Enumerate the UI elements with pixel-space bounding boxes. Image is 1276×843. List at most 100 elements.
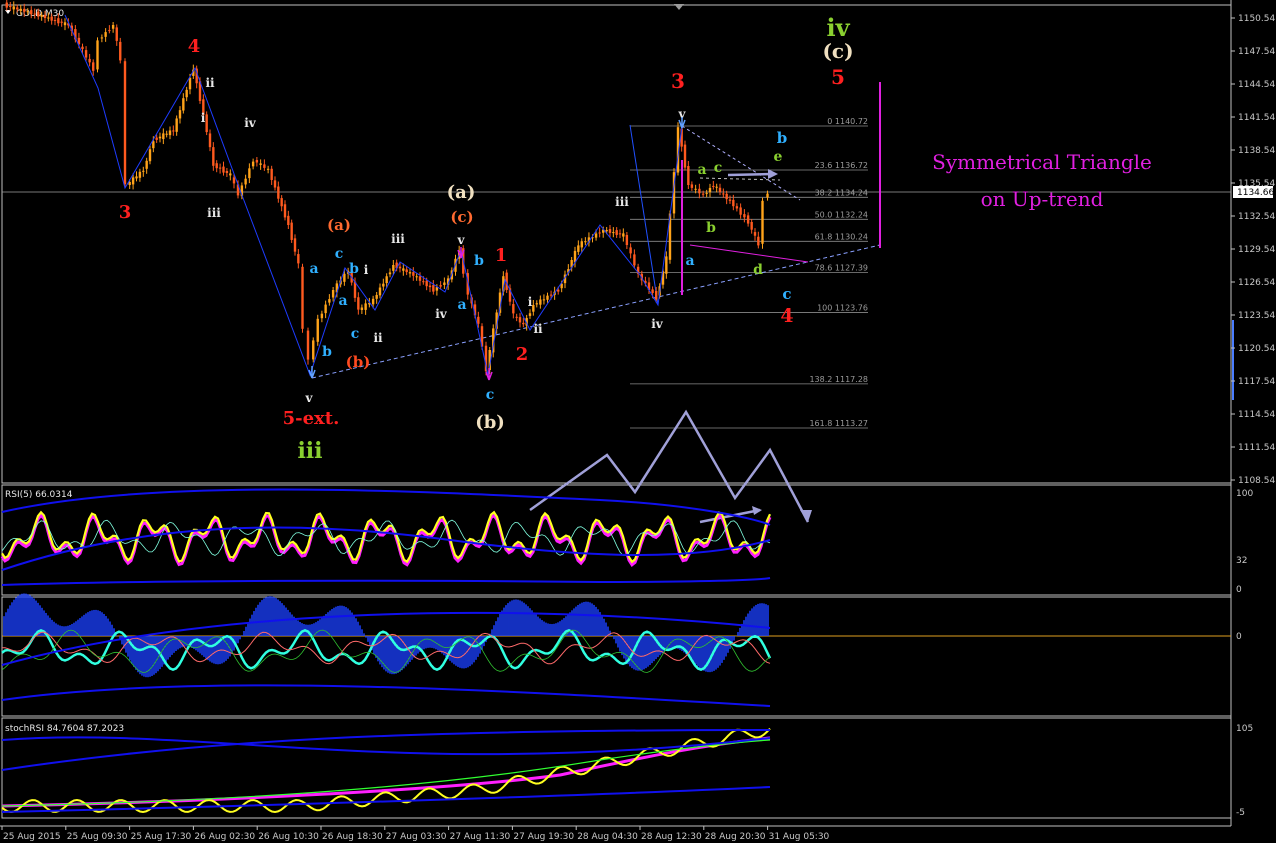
wave-label-red-5: 5: [831, 65, 845, 89]
wave-lines[interactable]: [64, 14, 683, 377]
candle-body: [92, 62, 95, 71]
stochrsi-k-line: [1, 727, 771, 814]
wave-label-ii-3: ii: [533, 322, 543, 336]
trend-lines[interactable]: [311, 124, 881, 379]
wave-label-v-2: v: [457, 233, 466, 247]
time-tick-label: 26 Aug 10:30: [258, 832, 319, 842]
candle-body: [182, 98, 185, 111]
candle-body: [225, 171, 229, 173]
arrow-head-icon: [768, 169, 778, 179]
candle-body: [135, 176, 138, 179]
candle-body: [425, 280, 428, 287]
osc-axis-label: 0: [1236, 632, 1242, 642]
time-tick-label: 28 Aug 12:30: [641, 832, 702, 842]
main-price-panel[interactable]: [1, 4, 1232, 484]
candle-body: [378, 287, 382, 296]
candle-body: [546, 295, 549, 300]
wave-label-b-2: b: [322, 344, 332, 360]
time-axis[interactable]: 25 Aug 2015 25 Aug 09:30 25 Aug 17:30 26 Au…: [1, 826, 830, 842]
candle-body: [655, 291, 658, 300]
candle-body: [23, 8, 26, 12]
candle-body: [539, 299, 542, 305]
candle-body: [528, 313, 532, 316]
candle-body: [123, 61, 127, 185]
wave-label-ii-1: ii: [205, 76, 215, 90]
candle-body: [757, 236, 760, 246]
candle-body: [761, 200, 764, 244]
candle-body: [43, 14, 47, 19]
time-tick-label: 25 Aug 17:30: [131, 832, 192, 842]
candle-body: [665, 256, 668, 274]
time-tick-label: 25 Aug 09:30: [67, 832, 128, 842]
wave-label-a-5: a: [685, 253, 694, 269]
candle-body: [715, 186, 718, 188]
candle-body: [443, 282, 446, 285]
wave-label-iv-3: iv: [651, 317, 664, 331]
wave-label-a-4: a: [697, 162, 706, 178]
candle-body: [732, 199, 735, 207]
wave-label-b-1: b: [349, 261, 359, 277]
candle-body: [175, 118, 178, 132]
price-tick-label: 1117.54: [1238, 377, 1275, 387]
candle-body: [622, 233, 625, 237]
elliott-wave-path: [64, 14, 683, 377]
candle-body: [232, 177, 236, 184]
stochrsi-indicator: [1, 727, 771, 814]
candle-body: [178, 110, 182, 119]
candle-body: [375, 294, 378, 299]
candle-body: [297, 254, 300, 264]
candle-body: [364, 303, 367, 310]
wave-label-b-3: b: [474, 253, 484, 269]
candle-body: [293, 238, 297, 252]
time-tick-label: 27 Aug 11:30: [450, 832, 511, 842]
candle-body: [746, 215, 750, 224]
candle-body: [750, 222, 753, 230]
candle-body: [287, 215, 290, 225]
candle-body: [248, 168, 251, 179]
candle-body: [108, 30, 111, 32]
wave-label-a-2: a: [338, 293, 347, 309]
candle-body: [722, 193, 725, 195]
candle-body: [81, 46, 84, 50]
candle-body: [280, 198, 283, 207]
wave-labels: 34iii iviiiacb iabc iiiiiivv(a) (c)vba(b)5-e…: [119, 13, 854, 464]
triangle-breakout-arrow[interactable]: [727, 172, 773, 177]
candle-body: [138, 171, 142, 178]
candle-body: [244, 178, 247, 185]
annotation-line-1: Symmetrical Triangle: [932, 150, 1152, 174]
candle-body: [385, 276, 388, 284]
price-tick-label: 1111.54: [1238, 443, 1275, 453]
wave-label-iv-1: iv: [244, 116, 257, 130]
wave-label-b-5: b: [777, 129, 788, 147]
candle-body: [316, 318, 319, 342]
candle-body: [735, 206, 739, 209]
candle-body: [432, 285, 435, 292]
price-tick-label: 1132.54: [1238, 212, 1275, 222]
candle-body: [312, 340, 315, 360]
candle-body: [115, 27, 118, 41]
price-axis[interactable]: 1150.541147.541144.541141.541138.541135.…: [1231, 14, 1275, 486]
candle-body: [50, 16, 53, 21]
wave-label-i-2: i: [364, 263, 369, 277]
candle-body: [172, 130, 175, 132]
period-separator-marker: [674, 4, 684, 10]
candle-body: [725, 193, 728, 200]
price-tick-label: 1123.54: [1238, 311, 1275, 321]
trading-chart[interactable]: GOLD,M30 0 1140.7223.6 1136.7238.2 1134.…: [0, 0, 1276, 843]
candle-body: [360, 307, 364, 310]
stochrsi-panel[interactable]: [1, 717, 1232, 819]
candle-body: [165, 133, 168, 135]
candle-body: [37, 11, 40, 17]
candle-body: [382, 283, 385, 287]
candle-body: [60, 21, 63, 23]
time-tick-label: 25 Aug 2015: [3, 832, 61, 842]
candle-body: [306, 330, 310, 360]
candle-body: [222, 166, 225, 173]
candle-body: [522, 322, 525, 325]
candle-body: [131, 177, 135, 185]
rsi-upper-band: [1, 488, 771, 526]
wave-label-c-2: c: [351, 326, 360, 342]
price-tick-label: 1129.54: [1238, 245, 1275, 255]
wave-label-i-1: i: [201, 111, 206, 125]
candle-body: [605, 230, 608, 232]
